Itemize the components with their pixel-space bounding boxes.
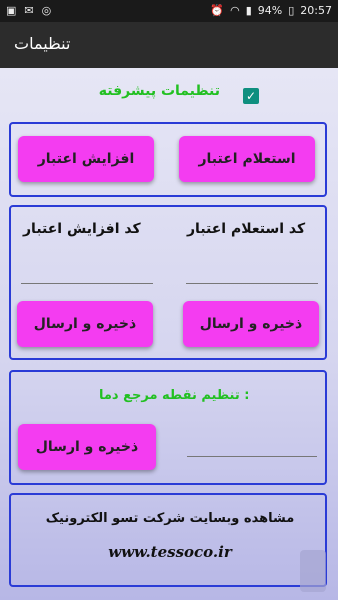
inquiry-code-input[interactable] bbox=[186, 283, 318, 284]
save-send-increase-button[interactable]: ذخیره و ارسال bbox=[17, 301, 153, 347]
watermark-logo bbox=[300, 550, 326, 592]
alarm-icon: ⏰ bbox=[210, 4, 225, 17]
inquiry-code-label: کد استعلام اعتبار bbox=[187, 221, 306, 237]
credit-codes-section: کد استعلام اعتبار کد افزایش اعتبار ذخیره… bbox=[9, 205, 327, 360]
save-send-temperature-button[interactable]: ذخیره و ارسال bbox=[18, 424, 156, 470]
temperature-reference-input[interactable] bbox=[187, 456, 317, 457]
app-bar: تنظیمات bbox=[0, 22, 338, 68]
advanced-settings-label: تنظیمات پیشرفته bbox=[98, 83, 220, 99]
settings-content: تنظیمات پیشرفته ✓ استعلام اعتبار افزایش … bbox=[0, 68, 338, 600]
instagram-icon: ◎ bbox=[41, 4, 52, 17]
temperature-reference-label: تنظیم نقطه مرجع دما : bbox=[99, 388, 250, 403]
advanced-settings-row: تنظیمات پیشرفته ✓ bbox=[0, 74, 338, 114]
website-link[interactable]: www.tessoco.ir bbox=[11, 543, 329, 561]
image-icon: ▣ bbox=[6, 4, 17, 17]
signal-icon: ▮ bbox=[245, 4, 252, 17]
temperature-reference-section: تنظیم نقطه مرجع دما : ذخیره و ارسال bbox=[9, 370, 327, 485]
increase-code-input[interactable] bbox=[21, 283, 153, 284]
website-section[interactable]: مشاهده وبسایت شرکت تسو الکترونیک www.tes… bbox=[9, 493, 327, 587]
wifi-icon: ◠ bbox=[230, 4, 240, 17]
increase-code-label: کد افزایش اعتبار bbox=[23, 221, 141, 237]
mail-icon: ✉ bbox=[24, 4, 34, 17]
credit-inquiry-button[interactable]: استعلام اعتبار bbox=[179, 136, 315, 182]
visit-website-text: مشاهده وبسایت شرکت تسو الکترونیک bbox=[45, 511, 295, 526]
advanced-settings-checkbox[interactable]: ✓ bbox=[243, 88, 259, 104]
credit-increase-button[interactable]: افزایش اعتبار bbox=[18, 136, 154, 182]
battery-text: 94% bbox=[257, 4, 283, 17]
credit-buttons-section: استعلام اعتبار افزایش اعتبار bbox=[9, 122, 327, 197]
time-text: 20:57 bbox=[300, 4, 332, 17]
status-bar: ▣ ✉ ◎ ⏰ ◠ ▮ 94% ▯ 20:57 bbox=[0, 0, 338, 22]
battery-icon: ▯ bbox=[288, 4, 295, 17]
save-send-inquiry-button[interactable]: ذخیره و ارسال bbox=[183, 301, 319, 347]
page-title: تنظیمات bbox=[14, 34, 71, 53]
